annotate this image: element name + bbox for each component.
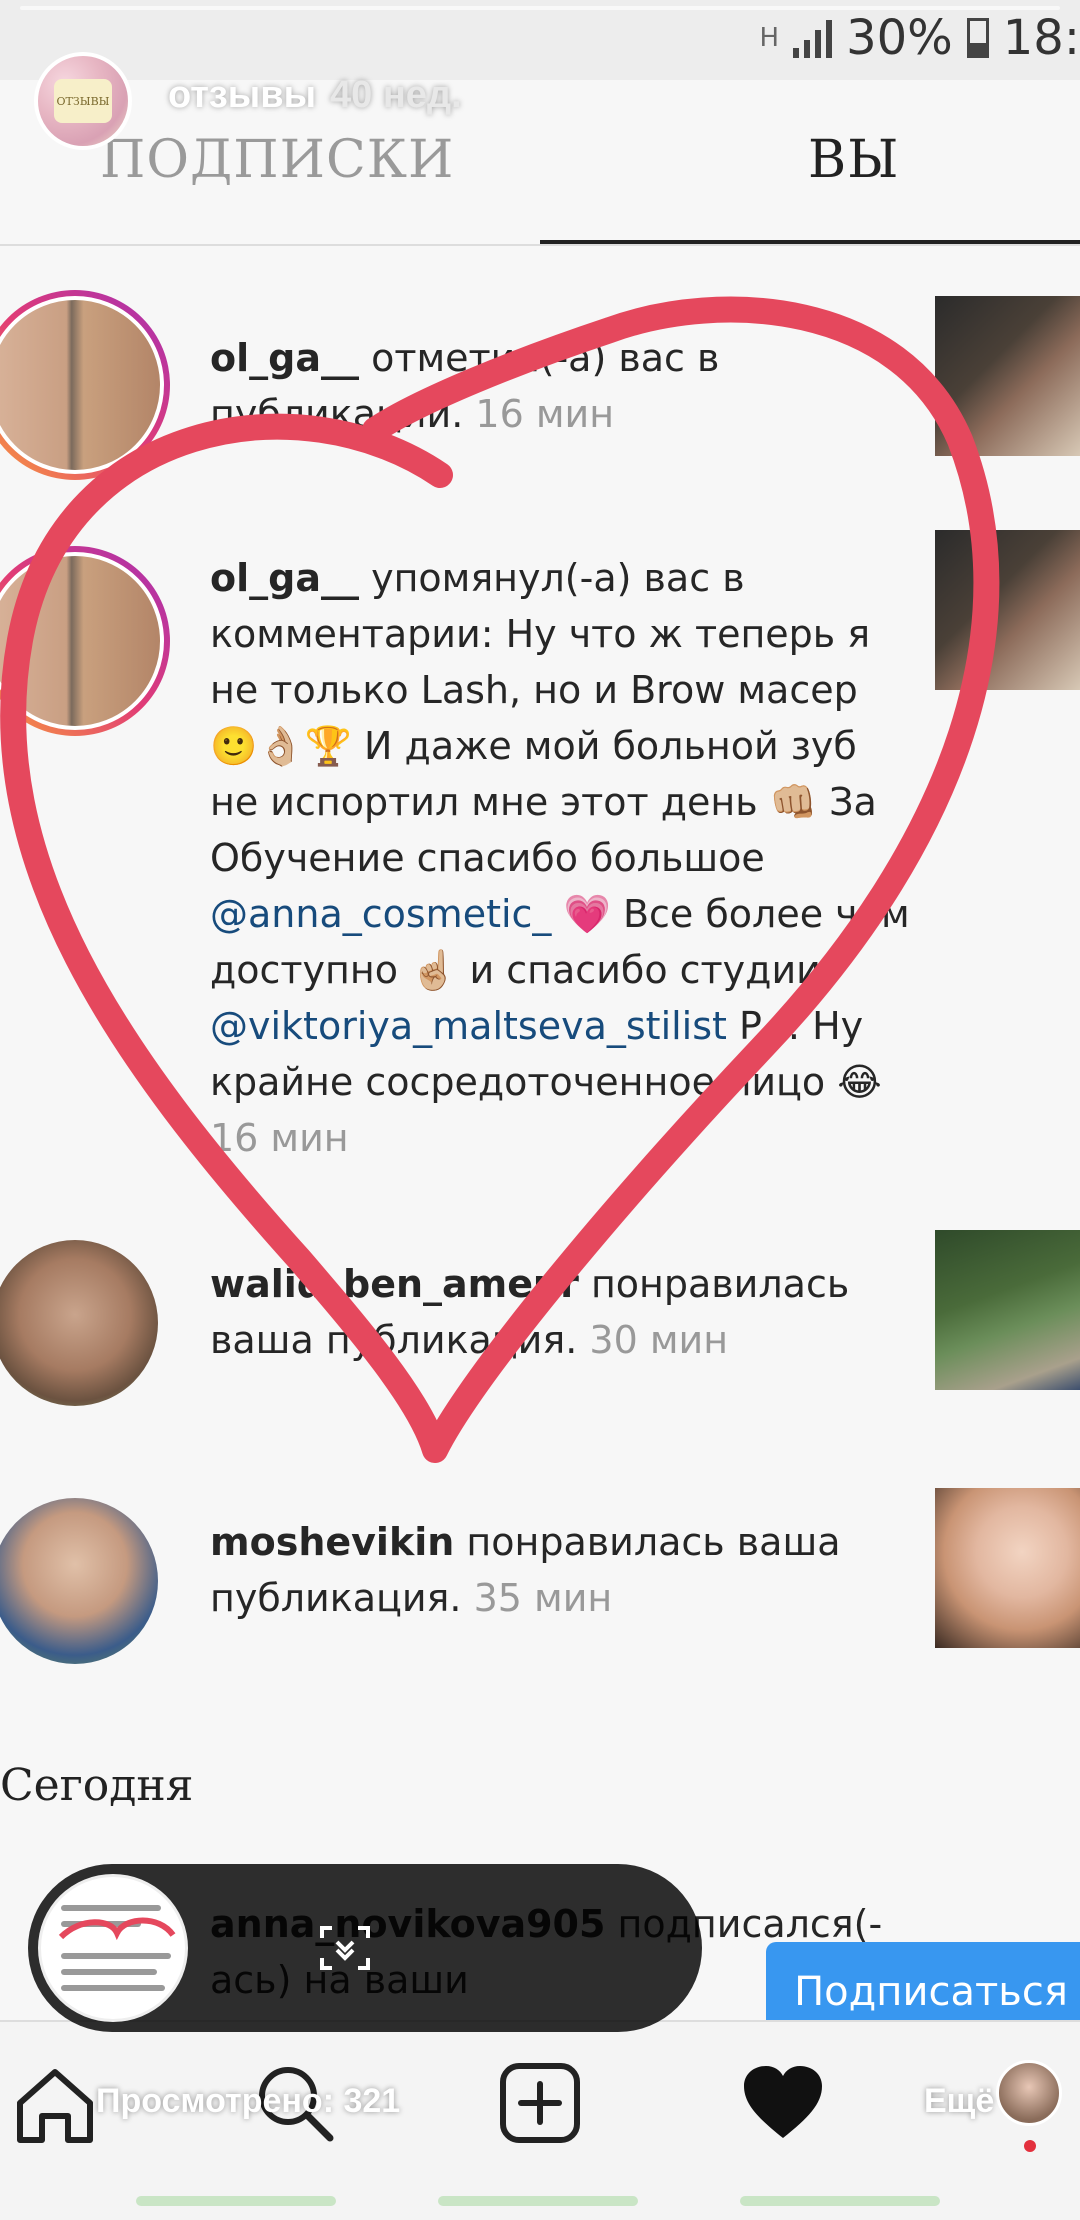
profile-avatar[interactable] [996, 2060, 1062, 2126]
story-viewer-pill[interactable] [28, 1864, 702, 2032]
progress-segment [438, 2196, 638, 2206]
plus-square-icon[interactable] [495, 2058, 585, 2148]
progress-segment [136, 2196, 336, 2206]
preview-heart [58, 1917, 176, 1941]
notification-dot [1024, 2140, 1036, 2152]
story-preview-thumbnail[interactable] [38, 1874, 188, 2022]
heart-stroke [0, 296, 1000, 1463]
expand-icon[interactable] [318, 1924, 372, 1972]
more-button[interactable]: Ещё [924, 2082, 994, 2121]
home-icon[interactable] [10, 2058, 100, 2148]
system-nav-bar [0, 2192, 1080, 2220]
viewer-count[interactable]: Просмотрено: 321 [96, 2082, 400, 2121]
heart-icon[interactable] [738, 2058, 828, 2148]
progress-segment [740, 2196, 940, 2206]
